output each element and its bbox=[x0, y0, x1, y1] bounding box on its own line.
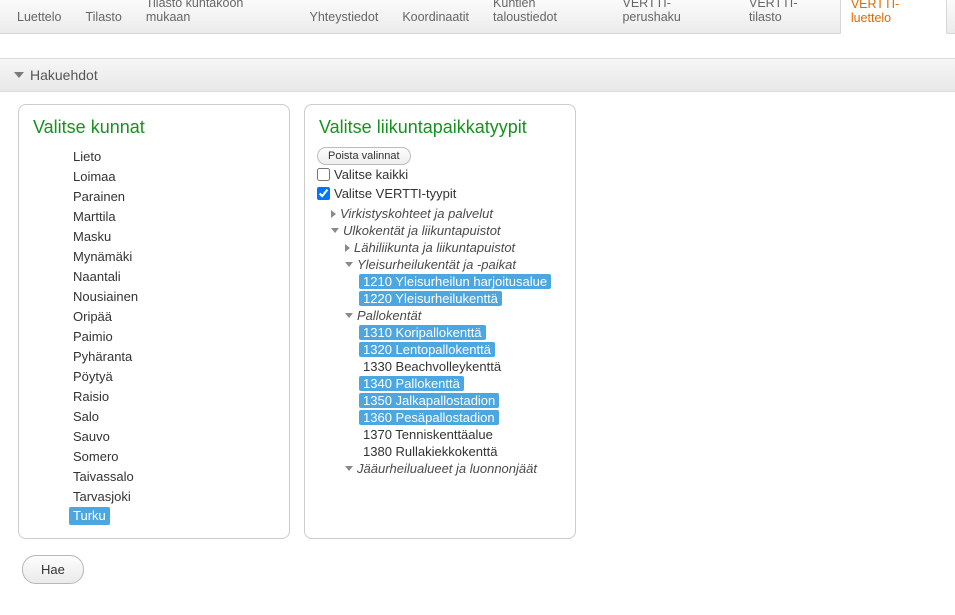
chevron-down-icon bbox=[345, 466, 353, 471]
accordion-title: Hakuehdot bbox=[30, 67, 98, 83]
tree-node[interactable]: Lähiliikunta ja liikuntapuistot bbox=[317, 239, 563, 256]
panel-tyypit: Valitse liikuntapaikkatyypit Poista vali… bbox=[304, 104, 576, 539]
list-item[interactable]: Turku bbox=[69, 507, 110, 525]
list-item[interactable]: Salo bbox=[69, 407, 277, 427]
tree-leaf[interactable]: 1310 Koripallokenttä bbox=[359, 325, 486, 340]
tyypit-scroll[interactable]: Poista valinnat Valitse kaikki Valitse V… bbox=[317, 147, 563, 528]
kunnat-scroll[interactable]: Lieto Loimaa Parainen Marttila Masku Myn… bbox=[31, 147, 277, 528]
tab-vertti-tilasto[interactable]: VERTTI-tilasto bbox=[738, 0, 838, 33]
chevron-right-icon bbox=[331, 210, 336, 218]
tree-node[interactable]: Pallokentät bbox=[317, 307, 563, 324]
tab-kuntien-taloustiedot[interactable]: Kuntien taloustiedot bbox=[482, 0, 609, 33]
list-item[interactable]: Masku bbox=[69, 227, 277, 247]
chevron-down-icon bbox=[14, 72, 24, 78]
tree-leaf[interactable]: 1350 Jalkapallostadion bbox=[359, 393, 499, 408]
chevron-right-icon bbox=[345, 244, 350, 252]
list-item[interactable]: Taivassalo bbox=[69, 467, 277, 487]
list-item[interactable]: Nousiainen bbox=[69, 287, 277, 307]
tab-tilasto-kuntakoon[interactable]: Tilasto kuntakoon mukaan bbox=[135, 0, 297, 33]
tree-label: Pallokentät bbox=[357, 308, 421, 323]
list-item[interactable]: Uusikaupunki bbox=[69, 525, 277, 528]
footer: Hae bbox=[0, 549, 955, 584]
list-item[interactable]: Mynämäki bbox=[69, 247, 277, 267]
check-vertti-label: Valitse VERTTI-tyypit bbox=[334, 186, 456, 201]
tree-label: Jääurheilualueet ja luonnonjäät bbox=[357, 461, 537, 476]
tree-node[interactable]: Yleisurheilukentät ja -paikat bbox=[317, 256, 563, 273]
list-item[interactable]: Raisio bbox=[69, 387, 277, 407]
tree-label: Virkistyskohteet ja palvelut bbox=[340, 206, 493, 221]
list-item[interactable]: Pyhäranta bbox=[69, 347, 277, 367]
tree-leaf[interactable]: 1320 Lentopallokenttä bbox=[359, 342, 495, 357]
tab-tilasto[interactable]: Tilasto bbox=[74, 1, 132, 33]
tree-leaf[interactable]: 1380 Rullakiekkokenttä bbox=[359, 444, 501, 459]
tree-leaf[interactable]: 1360 Pesäpallostadion bbox=[359, 410, 499, 425]
tree-leaf[interactable]: 1210 Yleisurheilun harjoitusalue bbox=[359, 274, 551, 289]
list-item[interactable]: Sauvo bbox=[69, 427, 277, 447]
panel-kunnat: Valitse kunnat Lieto Loimaa Parainen Mar… bbox=[18, 104, 290, 539]
list-item[interactable]: Parainen bbox=[69, 187, 277, 207]
chevron-down-icon bbox=[345, 262, 353, 267]
chevron-down-icon bbox=[345, 313, 353, 318]
tab-koordinaatit[interactable]: Koordinaatit bbox=[391, 1, 480, 33]
tree-leaf[interactable]: 1340 Pallokenttä bbox=[359, 376, 464, 391]
type-tree: Virkistyskohteet ja palvelut Ulkokentät … bbox=[317, 203, 563, 477]
check-vertti-types[interactable] bbox=[317, 187, 330, 200]
panels-row: Valitse kunnat Lieto Loimaa Parainen Mar… bbox=[0, 92, 955, 549]
tree-label: Yleisurheilukentät ja -paikat bbox=[357, 257, 516, 272]
tree-leaf[interactable]: 1370 Tenniskenttäalue bbox=[359, 427, 497, 442]
chevron-down-icon bbox=[331, 228, 339, 233]
list-item[interactable]: Somero bbox=[69, 447, 277, 467]
tree-leaf[interactable]: 1330 Beachvolleykenttä bbox=[359, 359, 505, 374]
tab-vertti-perushaku[interactable]: VERTTI-perushaku bbox=[611, 0, 736, 33]
tree-label: Lähiliikunta ja liikuntapuistot bbox=[354, 240, 515, 255]
list-item[interactable]: Pöytyä bbox=[69, 367, 277, 387]
tree-node[interactable]: Jääurheilualueet ja luonnonjäät bbox=[317, 460, 563, 477]
check-all-label: Valitse kaikki bbox=[334, 167, 408, 182]
tab-vertti-luettelo[interactable]: VERTTI-luettelo bbox=[840, 0, 947, 34]
kunnat-list: Lieto Loimaa Parainen Marttila Masku Myn… bbox=[31, 147, 277, 528]
tree-label: Ulkokentät ja liikuntapuistot bbox=[343, 223, 501, 238]
search-button[interactable]: Hae bbox=[22, 555, 84, 584]
check-all[interactable] bbox=[317, 168, 330, 181]
panel-tyypit-title: Valitse liikuntapaikkatyypit bbox=[319, 117, 563, 138]
list-item[interactable]: Oripää bbox=[69, 307, 277, 327]
tab-bar: Luettelo Tilasto Tilasto kuntakoon mukaa… bbox=[0, 0, 955, 34]
list-item[interactable]: Lieto bbox=[69, 147, 277, 167]
list-item[interactable]: Naantali bbox=[69, 267, 277, 287]
panel-kunnat-title: Valitse kunnat bbox=[33, 117, 277, 138]
tree-leaf[interactable]: 1220 Yleisurheilukenttä bbox=[359, 291, 502, 306]
accordion-hakuehdot[interactable]: Hakuehdot bbox=[0, 58, 955, 92]
tree-node[interactable]: Virkistyskohteet ja palvelut bbox=[317, 205, 563, 222]
list-item[interactable]: Loimaa bbox=[69, 167, 277, 187]
list-item[interactable]: Paimio bbox=[69, 327, 277, 347]
list-item[interactable]: Tarvasjoki bbox=[69, 487, 277, 507]
list-item[interactable]: Marttila bbox=[69, 207, 277, 227]
clear-selections-button[interactable]: Poista valinnat bbox=[317, 147, 411, 165]
tab-yhteystiedot[interactable]: Yhteystiedot bbox=[299, 1, 390, 33]
tree-node[interactable]: Ulkokentät ja liikuntapuistot bbox=[317, 222, 563, 239]
tab-luettelo[interactable]: Luettelo bbox=[6, 1, 72, 33]
